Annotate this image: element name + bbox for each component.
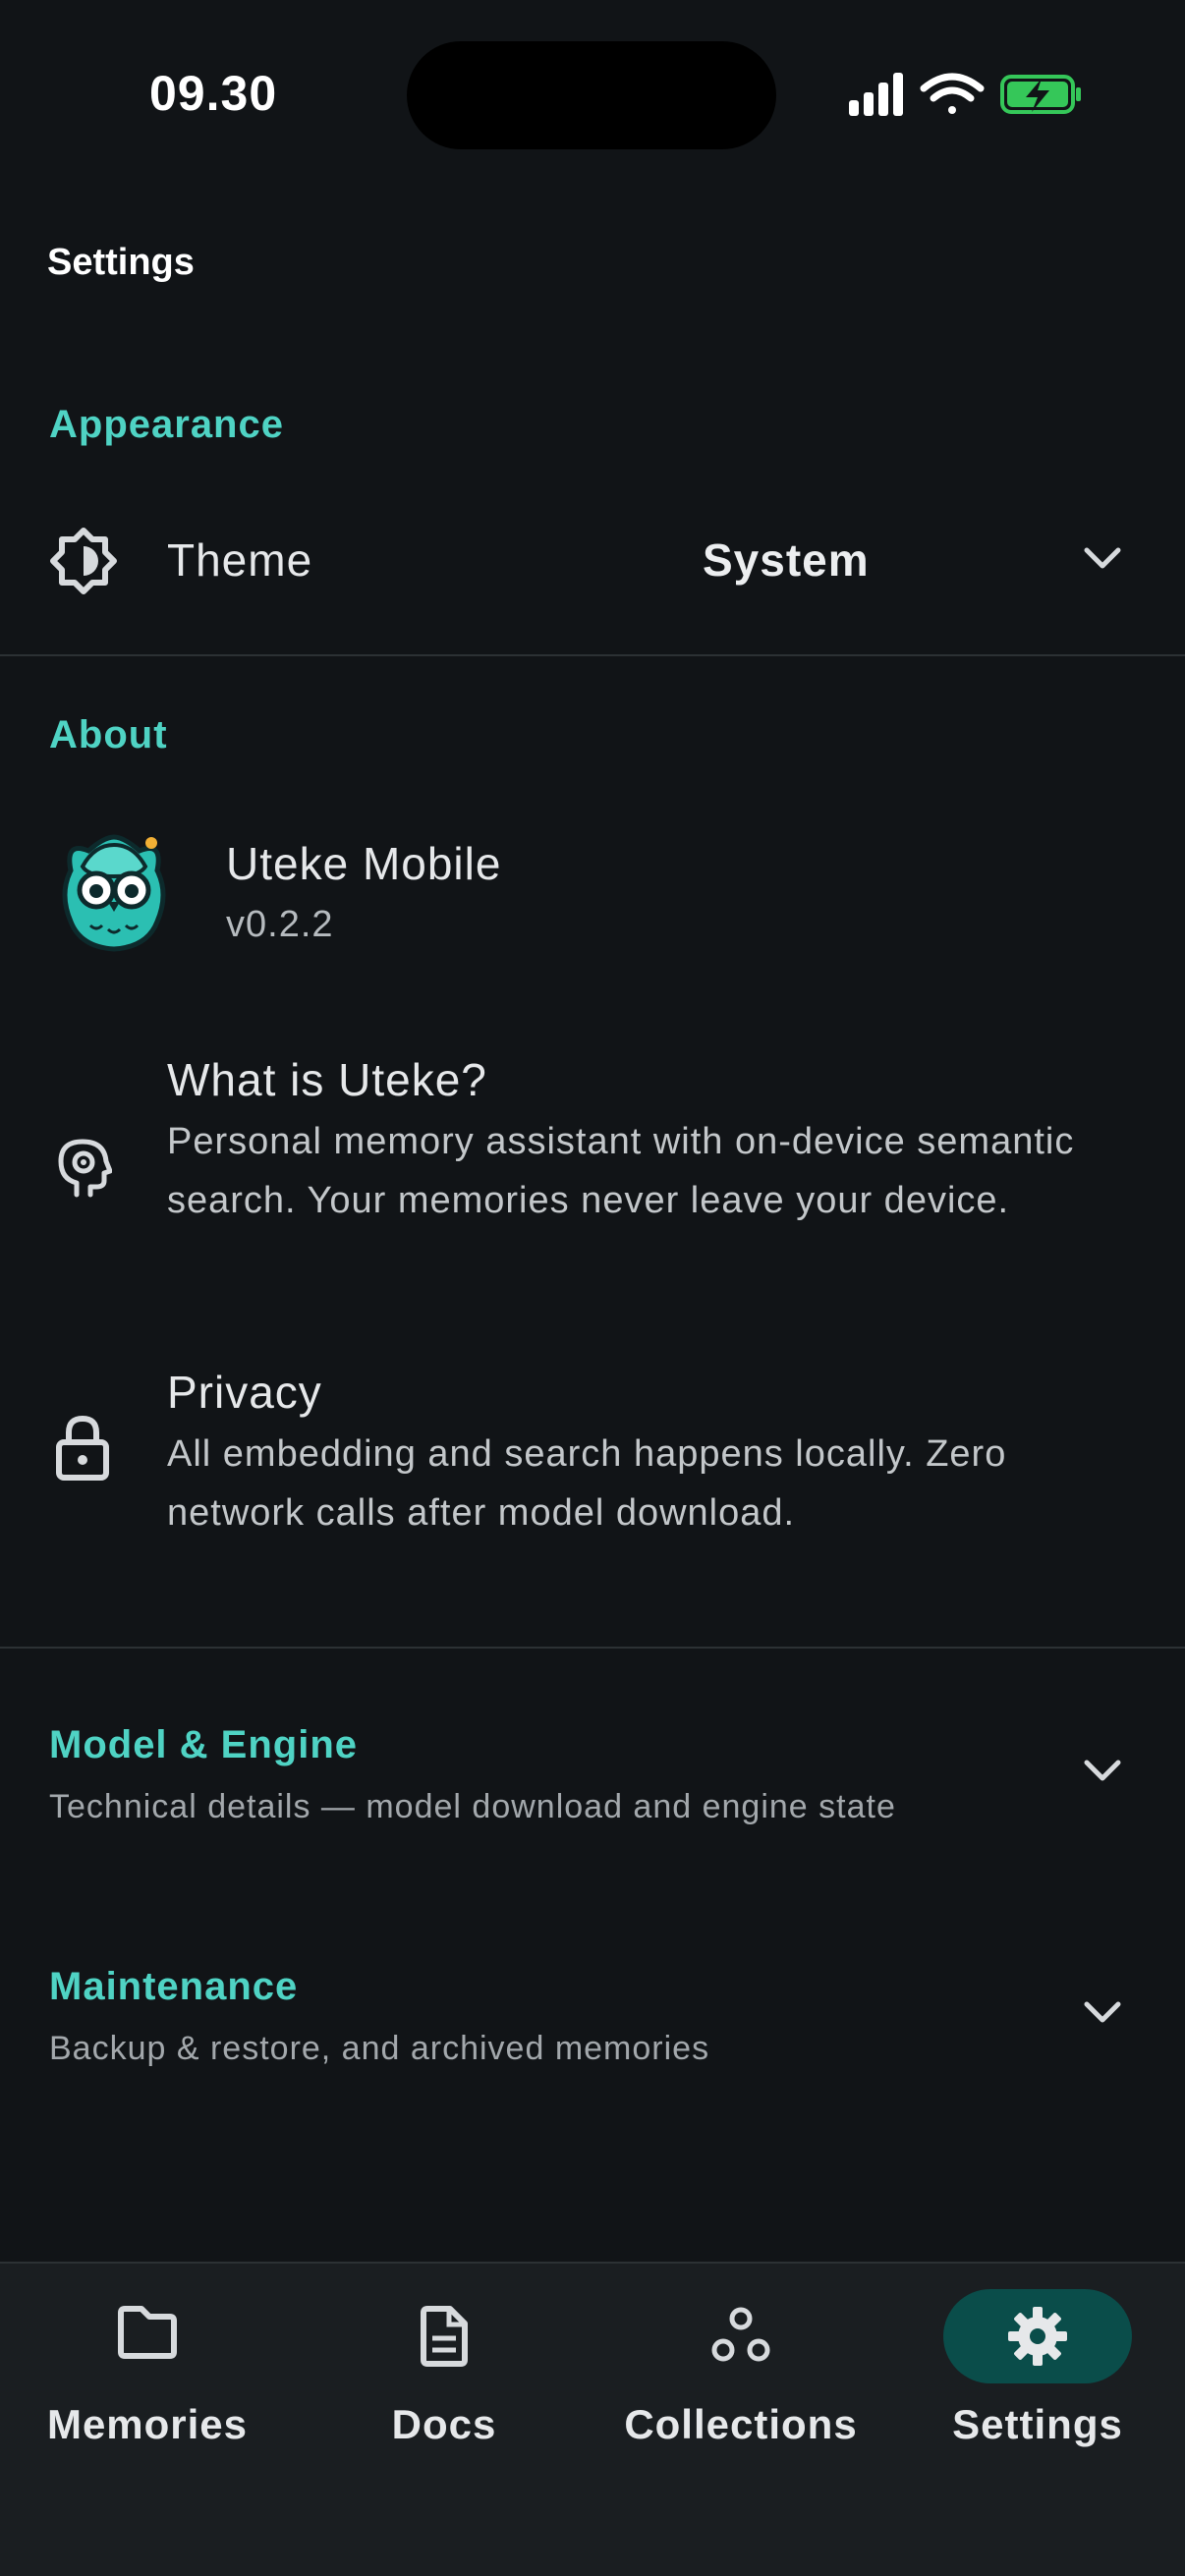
owl-logo-icon bbox=[62, 834, 166, 952]
app-name: Uteke Mobile bbox=[226, 838, 502, 889]
nav-label: Settings bbox=[952, 2401, 1123, 2447]
nav-label: Docs bbox=[391, 2401, 497, 2447]
section-title-about: About bbox=[49, 713, 168, 756]
privacy-title: Privacy bbox=[167, 1367, 322, 1418]
privacy-description: All embedding and search happens locally… bbox=[167, 1433, 1007, 1534]
document-icon bbox=[421, 2306, 468, 2367]
divider bbox=[0, 654, 1185, 656]
folder-icon bbox=[118, 2306, 177, 2359]
gear-icon bbox=[1008, 2307, 1067, 2366]
chevron-down-icon[interactable] bbox=[1083, 546, 1122, 572]
nav-item-settings[interactable]: Settings bbox=[890, 2262, 1185, 2478]
brightness-icon bbox=[50, 528, 117, 594]
section-title-appearance: Appearance bbox=[49, 403, 284, 446]
app-version: v0.2.2 bbox=[226, 904, 334, 945]
what-is-description: Personal memory assistant with on-device… bbox=[167, 1121, 1075, 1221]
section-title-model-engine: Model & Engine bbox=[49, 1723, 358, 1766]
settings-screen: 09.30 Settings Appearance Theme System A… bbox=[0, 0, 1185, 2576]
theme-select-value[interactable]: System bbox=[703, 533, 870, 587]
model-engine-description: Technical details — model download and e… bbox=[49, 1788, 896, 1825]
divider bbox=[0, 1647, 1185, 1649]
wifi-icon bbox=[920, 73, 985, 114]
maintenance-description: Backup & restore, and archived memories bbox=[49, 2030, 710, 2067]
chevron-down-icon[interactable] bbox=[1083, 1759, 1122, 1784]
chevron-down-icon[interactable] bbox=[1083, 2000, 1122, 2026]
nav-item-docs[interactable]: Docs bbox=[297, 2262, 592, 2478]
lock-icon bbox=[56, 1415, 109, 1481]
nav-label: Memories bbox=[46, 2401, 249, 2447]
dynamic-island bbox=[407, 41, 776, 149]
section-title-maintenance: Maintenance bbox=[49, 1965, 299, 2008]
nav-label: Collections bbox=[624, 2401, 858, 2447]
page-title: Settings bbox=[47, 242, 195, 283]
nav-item-memories[interactable]: Memories bbox=[0, 2262, 295, 2478]
battery-charging-icon bbox=[1000, 75, 1081, 114]
signal-icon bbox=[849, 73, 903, 116]
nav-item-collections[interactable]: Collections bbox=[593, 2262, 888, 2478]
theme-label: Theme bbox=[167, 534, 313, 586]
status-time: 09.30 bbox=[149, 66, 278, 121]
status-icons bbox=[849, 73, 1081, 116]
brain-head-icon bbox=[58, 1139, 112, 1198]
collections-icon bbox=[711, 2307, 770, 2362]
what-is-title: What is Uteke? bbox=[167, 1054, 487, 1105]
